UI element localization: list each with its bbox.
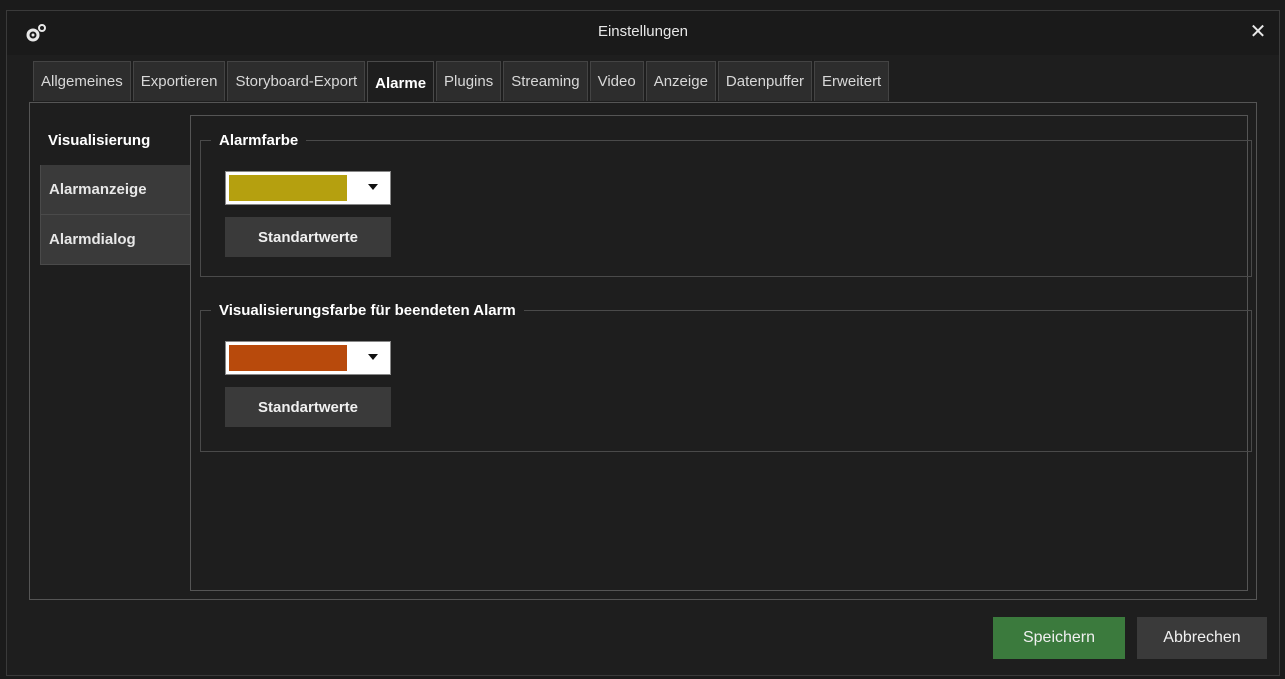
sidenav-item-visualisierung[interactable]: Visualisierung bbox=[40, 115, 198, 165]
cancel-button[interactable]: Abbrechen bbox=[1137, 617, 1267, 659]
ended-alarm-color-swatch bbox=[229, 345, 347, 371]
sidenav-item-alarmanzeige[interactable]: Alarmanzeige bbox=[40, 165, 198, 215]
save-button[interactable]: Speichern bbox=[993, 617, 1125, 659]
chevron-down-icon bbox=[368, 184, 378, 190]
tab-storyboard-export[interactable]: Storyboard-Export bbox=[227, 61, 366, 101]
tab-alarme[interactable]: Alarme bbox=[367, 61, 435, 104]
title-bar: Einstellungen ✕ bbox=[7, 11, 1279, 55]
alarm-color-group: Alarmfarbe Standartwerte bbox=[200, 132, 1252, 277]
ended-alarm-color-group: Visualisierungsfarbe für beendeten Alarm… bbox=[200, 302, 1252, 452]
window-title: Einstellungen bbox=[597, 23, 689, 40]
settings-dialog: Einstellungen ✕ Allgemeines Exportieren … bbox=[6, 10, 1280, 676]
tab-anzeige[interactable]: Anzeige bbox=[645, 61, 716, 101]
alarm-color-picker[interactable] bbox=[225, 171, 391, 205]
tab-plugins[interactable]: Plugins bbox=[436, 61, 502, 101]
ended-alarm-color-title: Visualisierungsfarbe für beendeten Alarm bbox=[219, 302, 516, 319]
visualization-panel: Alarmfarbe Standartwerte Visualisierungs… bbox=[190, 115, 1252, 591]
settings-tabs: Allgemeines Exportieren Storyboard-Expor… bbox=[33, 61, 891, 104]
ended-alarm-color-defaults-button[interactable]: Standartwerte bbox=[225, 387, 391, 427]
tab-content: Visualisierung Alarmanzeige Alarmdialog … bbox=[29, 102, 1257, 600]
tab-datenpuffer[interactable]: Datenpuffer bbox=[717, 61, 813, 101]
tab-erweitert[interactable]: Erweitert bbox=[814, 61, 890, 101]
alarm-sidenav: Visualisierung Alarmanzeige Alarmdialog bbox=[40, 115, 198, 265]
chevron-down-icon bbox=[368, 354, 378, 360]
alarm-color-defaults-button[interactable]: Standartwerte bbox=[225, 217, 391, 257]
alarm-color-swatch bbox=[229, 175, 347, 201]
alarm-color-title: Alarmfarbe bbox=[219, 132, 299, 149]
tab-exportieren[interactable]: Exportieren bbox=[132, 61, 226, 101]
tab-video[interactable]: Video bbox=[589, 61, 644, 101]
close-icon[interactable]: ✕ bbox=[1247, 20, 1269, 42]
tab-streaming[interactable]: Streaming bbox=[503, 61, 588, 101]
tab-allgemeines[interactable]: Allgemeines bbox=[33, 61, 131, 101]
ended-alarm-color-picker[interactable] bbox=[225, 341, 391, 375]
sidenav-item-alarmdialog[interactable]: Alarmdialog bbox=[40, 215, 198, 265]
